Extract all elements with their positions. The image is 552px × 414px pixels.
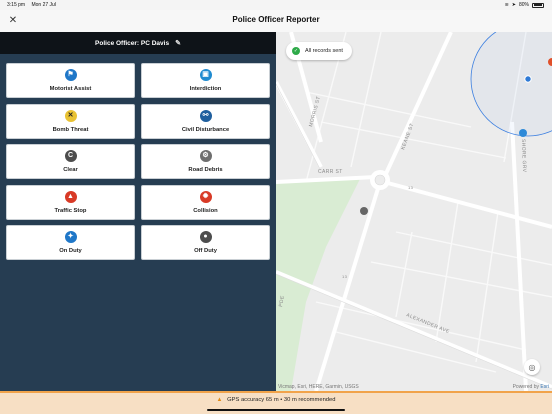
incident-button-clear[interactable]: C Clear (6, 144, 135, 179)
incident-grid: ⚑ Motorist Assist ▣ Interdiction ✕ Bomb Threa… (6, 63, 271, 260)
location-arrow-icon: ➤ (511, 2, 516, 8)
street-label: CARR ST (318, 169, 343, 175)
check-icon: ✓ (292, 47, 300, 55)
powered-by: Powered by Esri (513, 384, 549, 390)
incident-label: Clear (63, 167, 78, 173)
incident-label: On Duty (59, 248, 82, 254)
incident-label: Off Duty (194, 248, 217, 254)
incident-button-collision[interactable]: ✹ Collision (141, 184, 270, 220)
street-label: 13 (342, 274, 348, 279)
status-time: 3:15 pm (7, 2, 26, 8)
status-bar: 3:15 pm Mon 27 Jul ≋ ➤ 80% (0, 0, 552, 10)
road-debris-icon: ⚙ (199, 150, 212, 162)
incident-button-bomb-threat[interactable]: ✕ Bomb Threat (6, 103, 135, 139)
on-duty-icon: ✦ (64, 231, 77, 243)
gps-accuracy-circle (470, 32, 552, 137)
incident-button-on-duty[interactable]: ✦ On Duty (6, 225, 135, 260)
incident-label: Collision (193, 207, 218, 214)
bomb-threat-icon: ✕ (64, 109, 77, 122)
incident-label: Interdiction (189, 86, 222, 92)
incident-button-motorist-assist[interactable]: ⚑ Motorist Assist (6, 63, 135, 98)
battery-icon (532, 2, 544, 8)
incident-button-civil-disturbance[interactable]: ⚯ Civil Disturbance (141, 103, 270, 139)
nav-bar: ✕ Police Officer Reporter (0, 10, 552, 32)
page-title: Police Officer Reporter (232, 15, 320, 24)
incident-button-off-duty[interactable]: ● Off Duty (141, 225, 270, 260)
status-date: Mon 27 Jul (31, 2, 56, 8)
battery-percent: 80% (518, 2, 529, 8)
interdiction-icon: ▣ (199, 69, 212, 81)
pencil-icon[interactable]: ✎ (175, 39, 181, 47)
powered-by-text: Powered by (512, 384, 539, 390)
gps-accuracy-text: GPS accuracy 65 m • 30 m recommended (227, 397, 336, 403)
records-sent-toast: ✓ All records sent (286, 42, 352, 60)
collision-icon: ✹ (199, 190, 212, 203)
home-indicator[interactable] (207, 409, 345, 411)
wifi-icon: ≋ (504, 2, 509, 8)
clear-icon: C (64, 150, 77, 162)
current-location-dot (524, 75, 532, 83)
esri-link[interactable]: Esri (540, 384, 549, 390)
locate-me-icon[interactable]: ◎ (524, 359, 540, 375)
map-attribution: Vicmap, Esri, HERE, Garmin, USGS (278, 384, 359, 390)
civil-disturbance-icon: ⚯ (199, 109, 212, 122)
toast-text: All records sent (305, 48, 343, 54)
incident-label: Civil Disturbance (181, 126, 230, 133)
incident-label: Traffic Stop (54, 207, 87, 214)
incident-button-traffic-stop[interactable]: ▲ Traffic Stop (6, 184, 135, 220)
street-label: 13 (408, 185, 414, 190)
incident-marker-icon[interactable] (360, 207, 368, 215)
warning-icon: ▲ (216, 397, 223, 403)
incident-label: Motorist Assist (49, 86, 92, 92)
map-view[interactable]: MORRIS ST KEANE ST CARR ST SHORE GRV ALE… (276, 32, 552, 391)
gps-accuracy-banner: ▲ GPS accuracy 65 m • 30 m recommended (0, 391, 552, 414)
street-label: SHORE GRV (520, 139, 527, 173)
incident-marker-icon[interactable] (519, 129, 527, 137)
motorist-assist-icon: ⚑ (64, 69, 77, 81)
incident-button-road-debris[interactable]: ⚙ Road Debris (141, 144, 270, 179)
traffic-stop-icon: ▲ (64, 190, 77, 203)
incident-label: Bomb Threat (52, 126, 89, 133)
incident-button-interdiction[interactable]: ▣ Interdiction (141, 63, 270, 98)
officer-label: Police Officer: PC Davis (95, 39, 170, 47)
off-duty-icon: ● (199, 231, 212, 243)
map-canvas: MORRIS ST KEANE ST CARR ST SHORE GRV ALE… (276, 32, 552, 391)
incident-label: Road Debris (188, 167, 223, 173)
incident-panel: Police Officer: PC Davis ✎ ⚑ Motorist Ass… (0, 32, 276, 391)
officer-header[interactable]: Police Officer: PC Davis ✎ (0, 32, 276, 54)
